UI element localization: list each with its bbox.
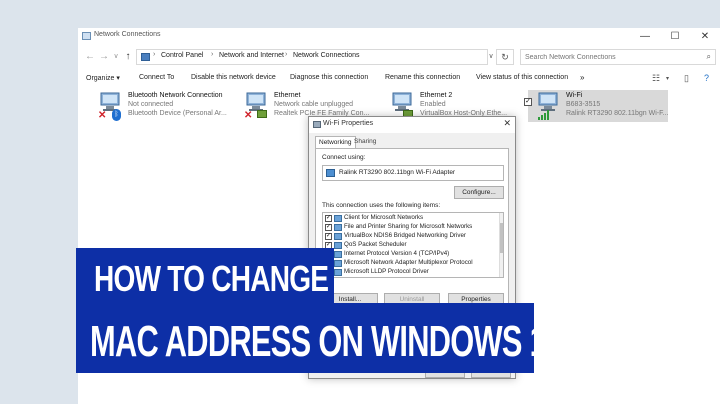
disconnected-x-icon: ✕ bbox=[98, 110, 107, 121]
rename-button[interactable]: Rename this connection bbox=[385, 74, 460, 81]
address-row: ← → ∨ ↑ › Control Panel › Network and In… bbox=[78, 46, 720, 68]
ethernet-cable-icon bbox=[257, 110, 267, 118]
dialog-close-icon[interactable]: ✕ bbox=[503, 118, 511, 129]
window-title: Network Connections bbox=[94, 31, 161, 38]
adapter-device: Bluetooth Device (Personal Ar... bbox=[128, 110, 227, 117]
scrollbar-thumb[interactable] bbox=[500, 223, 503, 253]
wifi-signal-icon bbox=[538, 110, 549, 120]
bluetooth-icon: ᛒ bbox=[112, 109, 121, 121]
list-item[interactable]: ✓ QoS Packet Scheduler bbox=[325, 241, 495, 250]
items-list[interactable]: ✓ Client for Microsoft Networks ✓ File a… bbox=[322, 212, 504, 278]
breadcrumb-separator-icon: › bbox=[285, 51, 288, 58]
breadcrumb-separator-icon: › bbox=[153, 51, 156, 58]
tab-networking[interactable]: Networking bbox=[315, 136, 356, 148]
list-item[interactable]: ✓ VirtualBox NDIS6 Bridged Networking Dr… bbox=[325, 232, 495, 241]
network-component-icon bbox=[334, 215, 342, 222]
adapter-box: Ralink RT3290 802.11bgn Wi-Fi Adapter bbox=[322, 165, 504, 181]
item-label: VirtualBox NDIS6 Bridged Networking Driv… bbox=[344, 232, 466, 239]
item-label: Internet Protocol Version 4 (TCP/IPv4) bbox=[344, 250, 450, 257]
network-component-icon bbox=[334, 251, 342, 258]
adapter-device: Ralink RT3290 802.11bgn Wi-F... bbox=[566, 110, 669, 117]
help-icon[interactable]: ? bbox=[704, 73, 709, 83]
adapter-name: Ethernet 2 bbox=[420, 92, 453, 99]
diagnose-button[interactable]: Diagnose this connection bbox=[290, 74, 368, 81]
adapter-name: Ralink RT3290 802.11bgn Wi-Fi Adapter bbox=[339, 169, 456, 176]
adapter-name: Ethernet bbox=[274, 92, 301, 99]
close-button[interactable]: ✕ bbox=[690, 28, 720, 46]
view-status-button[interactable]: View status of this connection bbox=[476, 74, 568, 81]
control-panel-icon bbox=[141, 53, 150, 61]
adapter-status: Not connected bbox=[128, 101, 174, 108]
item-label: Microsoft LLDP Protocol Driver bbox=[344, 268, 429, 275]
disable-device-button[interactable]: Disable this network device bbox=[191, 74, 276, 81]
change-view-icon[interactable]: ☷ bbox=[652, 73, 660, 84]
select-checkbox[interactable]: ✓ bbox=[524, 98, 532, 106]
search-input[interactable] bbox=[521, 50, 699, 64]
list-item[interactable]: Microsoft Network Adapter Multiplexor Pr… bbox=[325, 259, 495, 268]
network-connections-icon bbox=[82, 32, 91, 40]
configure-button[interactable]: Configure... bbox=[454, 186, 504, 199]
item-label: File and Printer Sharing for Microsoft N… bbox=[344, 223, 473, 230]
list-item[interactable]: ✓ Client for Microsoft Networks bbox=[325, 214, 495, 223]
organize-menu[interactable]: Organize ▾ bbox=[86, 74, 120, 82]
headline-line-1: HOW TO CHANGE bbox=[94, 258, 329, 299]
tab-sharing[interactable]: Sharing bbox=[351, 136, 379, 148]
network-component-icon bbox=[334, 260, 342, 267]
network-adapter-icon bbox=[326, 169, 335, 177]
address-bar[interactable]: › Control Panel › Network and Internet ›… bbox=[136, 49, 488, 65]
minimize-button[interactable]: — bbox=[630, 28, 660, 46]
address-dropdown-chevron-icon[interactable]: ∨ bbox=[486, 49, 496, 65]
breadcrumb-network-connections[interactable]: Network Connections bbox=[293, 52, 360, 59]
forward-arrow-icon[interactable]: → bbox=[98, 50, 110, 64]
adapter-name: Bluetooth Network Connection bbox=[128, 92, 223, 99]
adapter-name: Wi-Fi bbox=[566, 92, 583, 99]
connect-to-button[interactable]: Connect To bbox=[139, 74, 174, 81]
disconnected-x-icon: ✕ bbox=[244, 110, 253, 121]
network-component-icon bbox=[334, 233, 342, 240]
items-label: This connection uses the following items… bbox=[322, 202, 441, 209]
recent-locations-chevron-icon[interactable]: ∨ bbox=[110, 50, 122, 64]
network-component-icon bbox=[334, 242, 342, 249]
adapter-status: Enabled bbox=[420, 101, 446, 108]
item-checkbox[interactable]: ✓ bbox=[325, 233, 332, 240]
item-checkbox[interactable]: ✓ bbox=[325, 224, 332, 231]
title-bar: Network Connections — ☐ ✕ bbox=[78, 28, 720, 46]
adapter-bluetooth[interactable]: ✕ ᛒ Bluetooth Network Connection Not con… bbox=[98, 90, 238, 124]
search-box[interactable]: ⌕ bbox=[520, 49, 716, 65]
breadcrumb-network-and-internet[interactable]: Network and Internet bbox=[219, 52, 284, 59]
item-checkbox[interactable]: ✓ bbox=[325, 215, 332, 222]
adapter-wifi[interactable]: ✓ Wi-Fi B683-3515 Ralink RT3290 802.11bg… bbox=[524, 90, 668, 124]
adapter-status: B683-3515 bbox=[566, 101, 601, 108]
command-bar: Organize ▾ Connect To Disable this netwo… bbox=[78, 70, 720, 88]
view-options-chevron-icon[interactable]: ▾ bbox=[666, 75, 669, 82]
list-item[interactable]: ✓ File and Printer Sharing for Microsoft… bbox=[325, 223, 495, 232]
search-icon[interactable]: ⌕ bbox=[707, 52, 711, 62]
items-scrollbar[interactable] bbox=[499, 213, 503, 277]
up-arrow-icon[interactable]: ↑ bbox=[122, 50, 134, 64]
network-adapter-icon bbox=[313, 121, 321, 128]
refresh-icon[interactable]: ↻ bbox=[496, 49, 514, 65]
item-label: QoS Packet Scheduler bbox=[344, 241, 407, 248]
dialog-title-bar: Wi-Fi Properties ✕ bbox=[309, 117, 515, 133]
maximize-button[interactable]: ☐ bbox=[660, 28, 690, 46]
item-label: Microsoft Network Adapter Multiplexor Pr… bbox=[344, 259, 473, 266]
headline-line-2: MAC ADDRESS ON WINDOWS 10/11 bbox=[90, 317, 602, 366]
headline-banner-top: HOW TO CHANGE bbox=[76, 248, 334, 306]
adapter-status: Network cable unplugged bbox=[274, 101, 353, 108]
list-item[interactable]: ✓ Microsoft LLDP Protocol Driver bbox=[325, 268, 495, 277]
back-arrow-icon[interactable]: ← bbox=[84, 50, 96, 64]
more-commands-button[interactable]: » bbox=[580, 73, 584, 82]
network-component-icon bbox=[334, 224, 342, 231]
headline-banner-bottom: MAC ADDRESS ON WINDOWS 10/11 bbox=[76, 303, 602, 373]
item-label: Client for Microsoft Networks bbox=[344, 214, 424, 221]
breadcrumb-control-panel[interactable]: Control Panel bbox=[161, 52, 203, 59]
breadcrumb-separator-icon: › bbox=[211, 51, 214, 58]
connect-using-label: Connect using: bbox=[322, 154, 366, 161]
list-item[interactable]: ✓ Internet Protocol Version 4 (TCP/IPv4) bbox=[325, 250, 495, 259]
preview-pane-icon[interactable]: ▯ bbox=[684, 73, 689, 84]
network-component-icon bbox=[334, 269, 342, 276]
dialog-title: Wi-Fi Properties bbox=[323, 120, 374, 127]
